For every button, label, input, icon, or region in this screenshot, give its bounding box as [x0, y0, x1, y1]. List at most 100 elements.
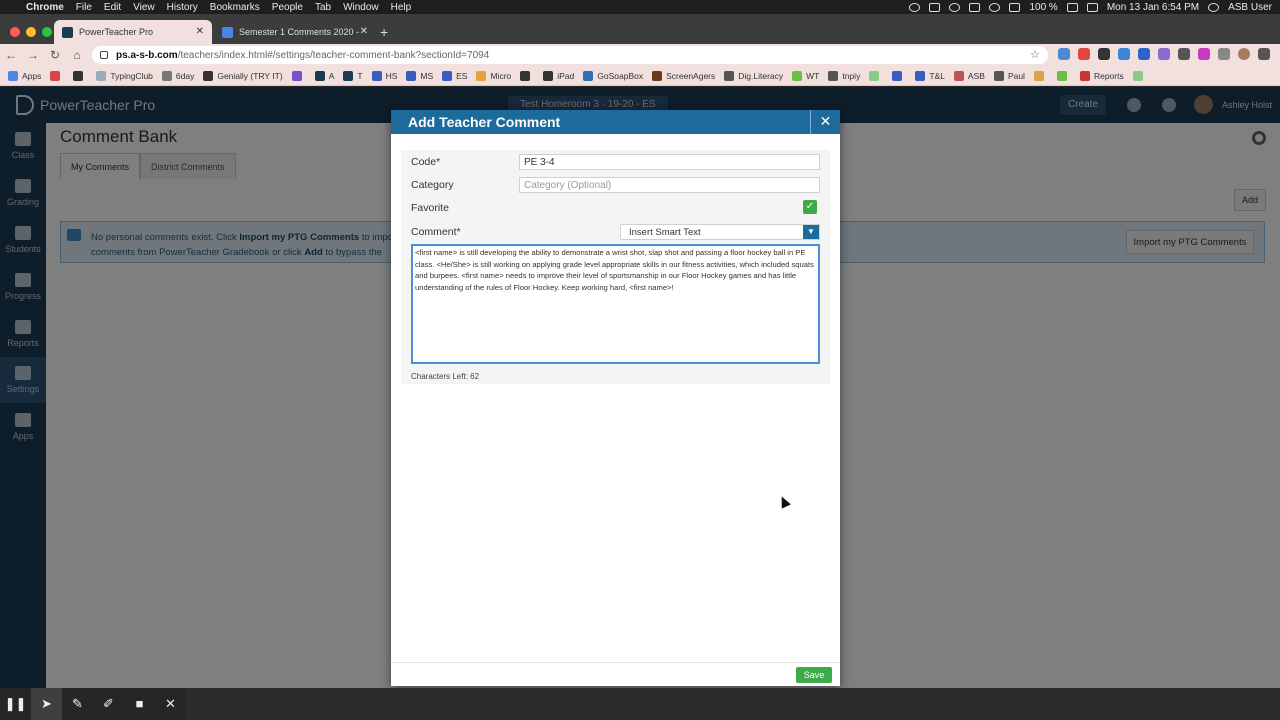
annotation-tools: ❚❚ ➤ ✎ ✐ ■ ✕	[0, 688, 186, 720]
bookmark-icon	[1056, 70, 1067, 81]
gear-icon[interactable]	[929, 2, 941, 12]
menu-people[interactable]: People	[272, 2, 303, 13]
maximize-window-icon[interactable]	[42, 27, 52, 37]
bookmark-gosoapbox[interactable]: GoSoapBox	[583, 70, 643, 81]
browser-tab-comments[interactable]: Semester 1 Comments 2020 - ✕	[214, 20, 376, 44]
pointer-icon[interactable]: ➤	[31, 688, 62, 720]
close-icon[interactable]: ✕	[155, 688, 186, 720]
bookmark[interactable]	[73, 70, 87, 81]
lock-icon[interactable]	[100, 51, 108, 59]
address-bar[interactable]: ps.a-s-b.com /teachers/index.html#/setti…	[92, 46, 1048, 64]
pen-icon[interactable]: ✎	[62, 688, 93, 720]
bookmark-es[interactable]: ES	[442, 70, 467, 81]
menu-file[interactable]: File	[76, 2, 92, 13]
bookmark-screenagers[interactable]: ScreenAgers	[652, 70, 715, 81]
menu-help[interactable]: Help	[391, 2, 412, 13]
extension-icon[interactable]	[1138, 48, 1150, 60]
browser-tab-powerteacher[interactable]: PowerTeacher Pro ✕	[54, 20, 212, 44]
clock[interactable]: Mon 13 Jan 6:54 PM	[1107, 2, 1199, 13]
forward-icon[interactable]: →	[22, 48, 44, 62]
extension-icon[interactable]	[1058, 48, 1070, 60]
menu-app[interactable]: Chrome	[26, 2, 64, 13]
bookmark[interactable]	[1033, 70, 1048, 81]
bookmark[interactable]	[892, 70, 906, 81]
bookmark[interactable]	[1132, 70, 1147, 81]
mic-icon[interactable]	[909, 2, 921, 12]
extension-icon[interactable]	[1178, 48, 1190, 60]
extension-icon[interactable]	[1218, 48, 1230, 60]
cloud-icon[interactable]	[949, 2, 961, 12]
bookmark-icon	[203, 70, 214, 81]
bookmark[interactable]	[291, 70, 306, 81]
camera-icon[interactable]: ■	[124, 688, 155, 720]
bookmark-apps[interactable]: Apps	[8, 70, 41, 81]
volume-icon[interactable]	[1009, 2, 1021, 12]
close-tab-icon[interactable]: ✕	[196, 26, 204, 37]
extension-icon[interactable]	[1198, 48, 1210, 60]
bookmark-icon	[583, 70, 594, 81]
chevron-down-icon[interactable]: ▼	[803, 225, 819, 239]
menu-history[interactable]: History	[167, 2, 198, 13]
save-button[interactable]: Save	[796, 667, 832, 683]
extension-icon[interactable]	[1078, 48, 1090, 60]
pause-icon[interactable]: ❚❚	[0, 688, 31, 720]
bookmark-star-icon[interactable]: ☆	[1030, 48, 1040, 61]
bookmark-ms[interactable]: MS	[406, 70, 433, 81]
extension-icon[interactable]	[1098, 48, 1110, 60]
bookmark-tnpiy[interactable]: tnpiy	[828, 70, 860, 81]
profile-avatar[interactable]	[1238, 48, 1250, 60]
close-tab-icon[interactable]: ✕	[360, 26, 368, 37]
bookmark-genially[interactable]: Genially (TRY IT)	[203, 70, 283, 81]
menu-tab[interactable]: Tab	[315, 2, 331, 13]
code-field[interactable]	[519, 154, 820, 170]
menu-bookmarks[interactable]: Bookmarks	[210, 2, 260, 13]
menu-view[interactable]: View	[133, 2, 155, 13]
wifi-icon[interactable]	[989, 2, 1001, 12]
close-icon[interactable]: ✕	[810, 110, 840, 134]
characters-left: Characters Left: 62	[411, 372, 480, 381]
highlighter-icon[interactable]: ✐	[93, 688, 124, 720]
close-window-icon[interactable]	[10, 27, 20, 37]
smart-text-dropdown[interactable]: Insert Smart Text ▼	[620, 224, 820, 240]
user-menu[interactable]: ASB User	[1228, 2, 1272, 13]
tab-title: Semester 1 Comments 2020 -	[239, 27, 360, 37]
home-icon[interactable]: ⌂	[66, 48, 88, 62]
url-path: /teachers/index.html#/settings/teacher-c…	[177, 49, 490, 61]
bookmark-wt[interactable]: WT	[792, 70, 819, 81]
bookmark-typingclub[interactable]: TypingClub	[96, 70, 153, 81]
reload-icon[interactable]: ↻	[44, 48, 66, 62]
bookmark-tl[interactable]: T&L	[915, 70, 945, 81]
bookmark[interactable]	[520, 70, 534, 81]
bookmark-icon	[1132, 70, 1143, 81]
menu-edit[interactable]: Edit	[104, 2, 121, 13]
menu-kebab-icon[interactable]	[1258, 48, 1270, 60]
comment-form: Code* Category Favorite ✓ Comment* Inser…	[401, 150, 830, 384]
bookmark-micro[interactable]: Micro	[476, 70, 511, 81]
bookmark-asb[interactable]: ASB	[953, 70, 985, 81]
docs-favicon	[222, 26, 233, 38]
bookmark-t[interactable]: T	[343, 70, 363, 81]
new-tab-icon[interactable]: +	[380, 24, 388, 40]
bookmark-6day[interactable]: 6day	[161, 70, 194, 81]
bookmark-hs[interactable]: HS	[371, 70, 397, 81]
category-field[interactable]	[519, 177, 820, 193]
spotlight-search-icon[interactable]	[1208, 2, 1220, 12]
comment-textarea[interactable]: <first name> is still developing the abi…	[411, 244, 820, 364]
extension-icon[interactable]	[1118, 48, 1130, 60]
bookmark-reports[interactable]: Reports	[1079, 70, 1124, 81]
flag-icon[interactable]	[1086, 2, 1098, 12]
bookmark[interactable]	[869, 70, 883, 81]
battery-icon[interactable]	[1066, 2, 1078, 12]
bookmark[interactable]	[1056, 70, 1071, 81]
favorite-checkbox[interactable]: ✓	[803, 200, 817, 214]
extension-icon[interactable]	[1158, 48, 1170, 60]
back-icon[interactable]: ←	[0, 48, 22, 62]
bookmark-paul[interactable]: Paul	[993, 70, 1025, 81]
bookmark-ipad[interactable]: iPad	[543, 70, 574, 81]
bookmark-a[interactable]: A	[314, 70, 334, 81]
menu-window[interactable]: Window	[343, 2, 379, 13]
bookmark[interactable]	[50, 70, 64, 81]
bookmark-digliteracy[interactable]: Dig.Literacy	[724, 70, 783, 81]
minimize-window-icon[interactable]	[26, 27, 36, 37]
airplay-icon[interactable]	[969, 2, 981, 12]
